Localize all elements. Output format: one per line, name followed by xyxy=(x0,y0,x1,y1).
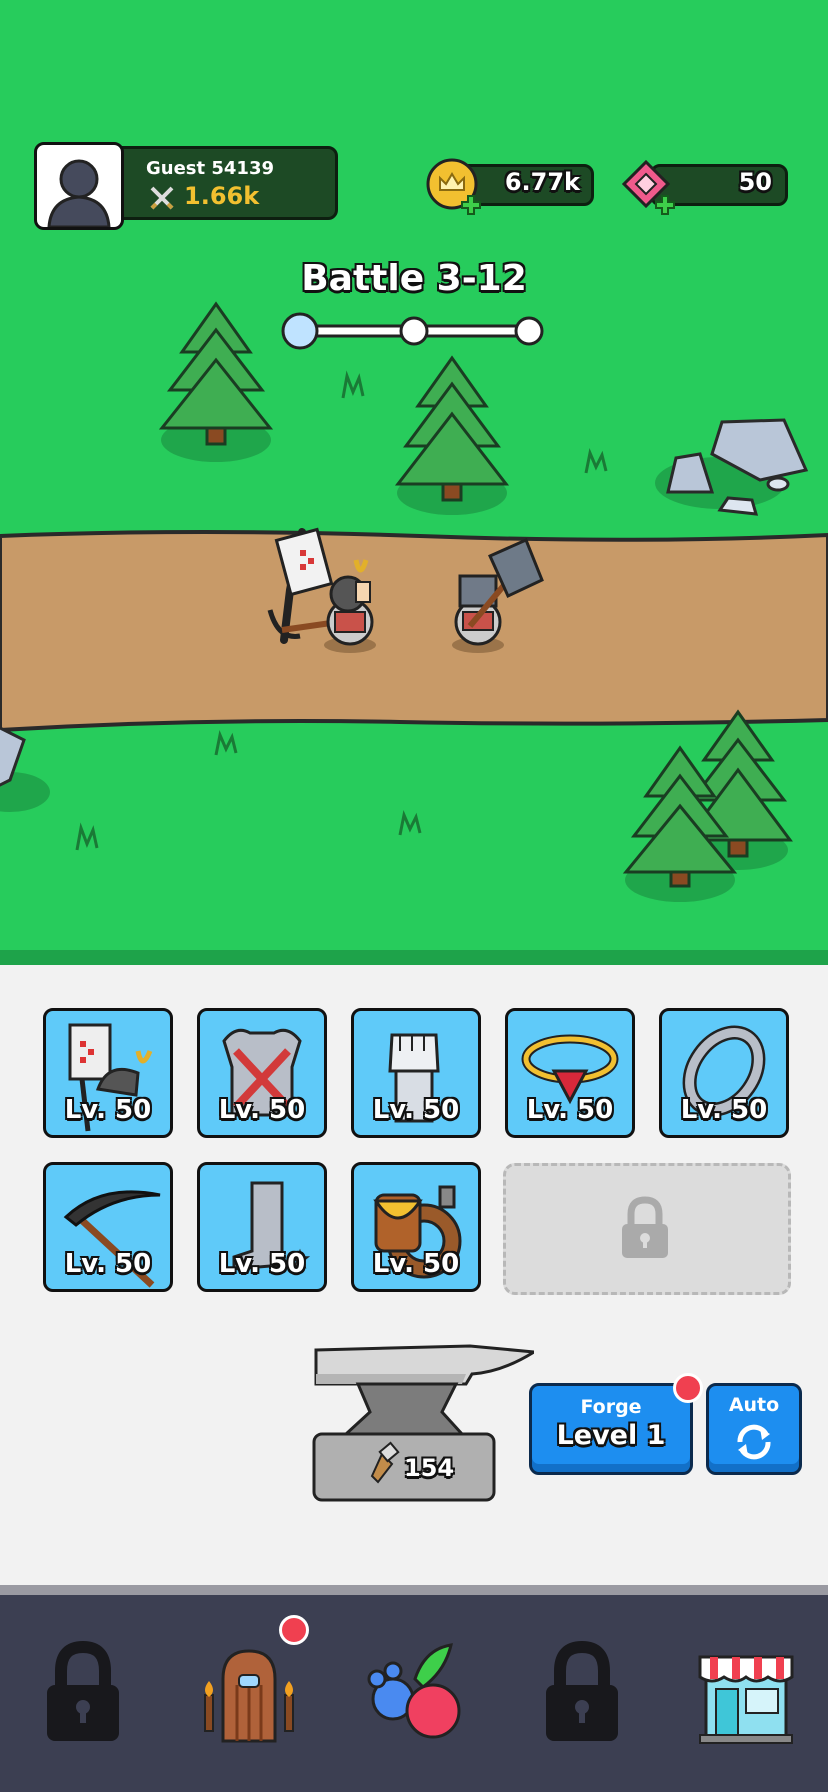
avatar-silhouette-icon xyxy=(47,159,111,227)
lock-icon xyxy=(47,1640,119,1741)
level-label: Lv. 50 xyxy=(64,1095,152,1125)
equip-slot-necklace[interactable]: Lv. 50 xyxy=(505,1008,635,1138)
lock-icon xyxy=(622,1196,668,1258)
hammer-count: 154 xyxy=(404,1454,455,1482)
forge-notification-badge xyxy=(673,1373,703,1403)
equip-slot-belt-pouch[interactable]: Lv. 50 xyxy=(351,1162,481,1292)
level-label: Lv. 50 xyxy=(372,1249,460,1279)
pets-icon xyxy=(367,1643,461,1739)
equip-slot-banner-helmet[interactable]: Lv. 50 xyxy=(43,1008,173,1138)
level-label: Lv. 50 xyxy=(218,1249,306,1279)
stage-node-current xyxy=(281,312,319,350)
level-label: Lv. 50 xyxy=(526,1095,614,1125)
player-profile[interactable]: Guest 54139 1.66k xyxy=(34,142,338,230)
equip-slot-gauntlet[interactable]: Lv. 50 xyxy=(351,1008,481,1138)
crown-coin-icon xyxy=(426,158,481,215)
equip-slot-scythe[interactable]: Lv. 50 xyxy=(43,1162,173,1292)
equip-slot-boots[interactable]: Lv. 50 xyxy=(197,1162,327,1292)
gem-counter[interactable]: 50 xyxy=(620,158,792,215)
nav-locked-2[interactable] xyxy=(532,1635,632,1745)
tree xyxy=(158,301,274,446)
battle-title: Battle 3-12 xyxy=(301,258,527,299)
pink-gem-icon xyxy=(621,159,675,215)
field-border xyxy=(0,950,828,965)
shop-icon xyxy=(698,1655,794,1744)
level-label: Lv. 50 xyxy=(64,1249,152,1279)
equip-slot-ring[interactable]: Lv. 50 xyxy=(659,1008,789,1138)
gold-counter[interactable]: 6.77k xyxy=(426,158,598,215)
nav-shop[interactable] xyxy=(696,1635,796,1745)
anvil[interactable]: 154 xyxy=(312,1338,534,1502)
avatar[interactable] xyxy=(34,142,124,230)
player-name: Guest 54139 xyxy=(146,158,275,179)
forge-label: Forge xyxy=(580,1396,642,1418)
level-label: Lv. 50 xyxy=(218,1095,306,1125)
auto-label: Auto xyxy=(728,1394,780,1416)
forge-level: Level 1 xyxy=(556,1420,666,1451)
level-label: Lv. 50 xyxy=(680,1095,768,1125)
player-power: 1.66k xyxy=(184,182,260,210)
stage-node xyxy=(399,316,429,346)
auto-forge-button[interactable]: Auto xyxy=(706,1383,802,1475)
nav-pets[interactable] xyxy=(363,1635,469,1745)
forge-button[interactable]: Forge Level 1 xyxy=(529,1383,693,1475)
refresh-icon xyxy=(737,1424,771,1460)
tree xyxy=(394,355,510,502)
equip-slot-armor[interactable]: Lv. 50 xyxy=(197,1008,327,1138)
crossed-swords-icon xyxy=(150,186,174,210)
lock-icon xyxy=(546,1640,618,1741)
locked-equip-slot xyxy=(503,1163,791,1295)
dungeon-notification-badge xyxy=(279,1615,309,1645)
dungeon-door-icon xyxy=(204,1649,294,1743)
level-label: Lv. 50 xyxy=(372,1095,460,1125)
stage-progress xyxy=(281,312,544,350)
nav-dungeon[interactable] xyxy=(193,1615,309,1745)
bottom-nav xyxy=(0,1585,828,1792)
stage-node xyxy=(514,316,544,346)
nav-locked-1[interactable] xyxy=(33,1635,133,1745)
